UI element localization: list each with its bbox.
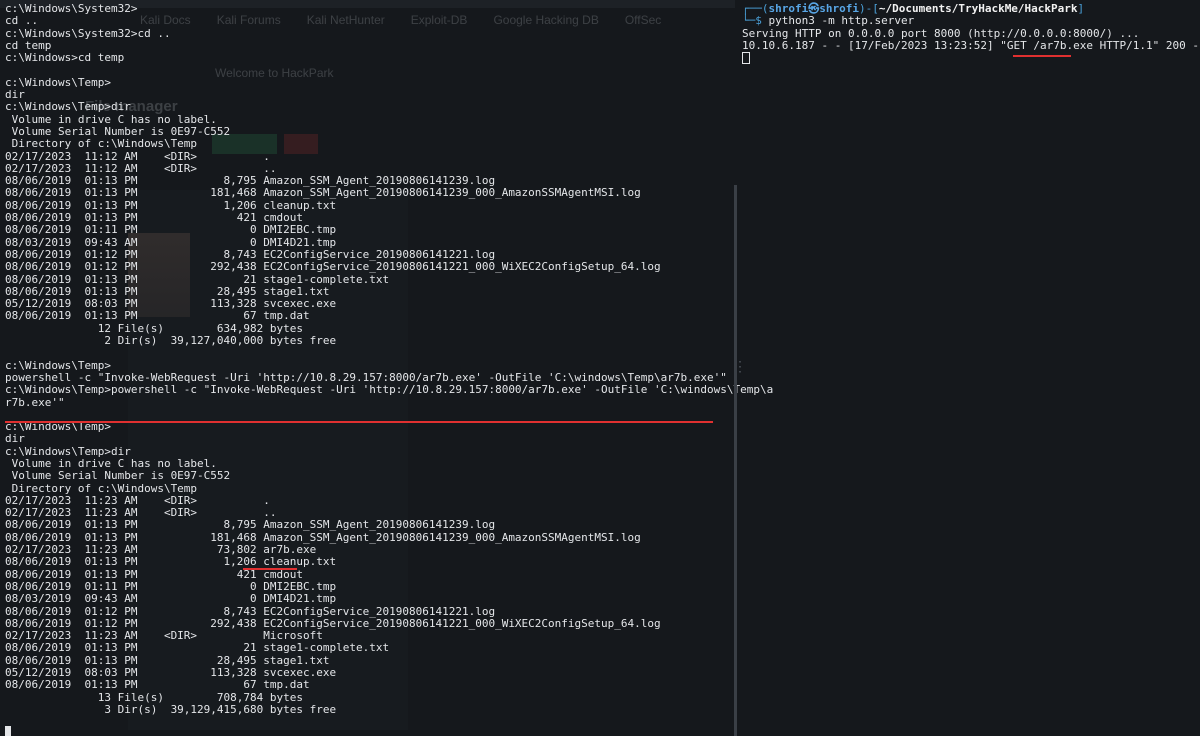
windows-shell-pane[interactable]: c:\Windows\System32> cd .. c:\Windows\Syst… xyxy=(0,0,774,736)
shell-line: r7b.exe'" xyxy=(5,395,65,409)
shell-line: dir xyxy=(5,432,25,446)
terminal-cursor[interactable] xyxy=(742,52,1200,65)
underline-ar7b-file xyxy=(243,568,297,570)
underline-powershell-command xyxy=(5,421,713,423)
shell-line: c:\Windows\Temp> xyxy=(5,420,111,434)
shell-line xyxy=(5,64,734,76)
underline-get-request xyxy=(1013,55,1071,57)
shell-line: c:\Windows\Temp>powershell -c "Invoke-We… xyxy=(5,383,774,397)
shell-line: 08/06/2019 01:13 PM 8,795 Amazon_SSM_Age… xyxy=(5,518,496,532)
shell-line: c:\Windows\System32> xyxy=(5,2,138,15)
prompt-line-2: └─$ python3 -m http.server xyxy=(742,14,915,28)
shell-line: 08/06/2019 01:13 PM 67 tmp.dat xyxy=(5,678,310,692)
pane-divider[interactable] xyxy=(734,185,737,736)
shell-line: 08/06/2019 01:13 PM 67 tmp.dat xyxy=(5,309,310,323)
pane-resize-handle[interactable]: · · · xyxy=(737,358,743,378)
shell-line: c:\Windows\System32>cd .. xyxy=(5,26,171,40)
shell-line: cd .. xyxy=(5,14,39,28)
shell-line: Directory of c:\Windows\Temp xyxy=(5,137,198,151)
shell-line: c:\Windows>cd temp xyxy=(5,51,125,65)
shell-line: c:\Windows\Temp>dir xyxy=(5,100,131,114)
shell-line: 3 Dir(s) 39,129,415,680 bytes free xyxy=(5,702,337,716)
shell-cursor[interactable] xyxy=(5,726,11,736)
shell-line: 08/06/2019 01:13 PM 21 stage1-complete.t… xyxy=(5,272,390,286)
shell-line: Volume Serial Number is 0E97-C552 xyxy=(5,469,231,483)
kali-terminal-pane[interactable]: ┌──(shrofi㉿shrofi)-[~/Documents/TryHackM… xyxy=(742,0,1200,120)
shell-line: c:\Windows\Temp> xyxy=(5,75,111,89)
server-request-log: 10.10.6.187 - - [17/Feb/2023 13:23:52] "… xyxy=(742,38,1199,52)
server-command: python3 -m http.server xyxy=(768,14,915,28)
shell-line: 08/06/2019 01:12 PM 292,438 EC2ConfigSer… xyxy=(5,260,661,274)
shell-line: 08/06/2019 01:11 PM 0 DMI2EBC.tmp xyxy=(5,223,337,237)
kali-terminal-output: ┌──(shrofi㉿shrofi)-[~/Documents/TryHackM… xyxy=(742,0,1200,65)
shell-line: 08/06/2019 01:13 PM 1,206 cleanup.txt xyxy=(5,555,337,569)
shell-line: 08/03/2019 09:43 AM 0 DMI4D21.tmp xyxy=(5,592,337,606)
shell-line xyxy=(5,347,734,359)
shell-line: 08/06/2019 01:12 PM 8,743 EC2ConfigServi… xyxy=(5,604,496,618)
shell-line: 2 Dir(s) 39,127,040,000 bytes free xyxy=(5,334,337,348)
shell-line: 08/06/2019 01:13 PM 181,468 Amazon_SSM_A… xyxy=(5,186,641,200)
shell-line: 08/06/2019 01:13 PM 21 stage1-complete.t… xyxy=(5,641,390,655)
shell-line xyxy=(5,409,734,421)
shell-line: 02/17/2023 11:12 AM <DIR> . xyxy=(5,149,270,163)
windows-shell-output: c:\Windows\System32> cd .. c:\Windows\Syst… xyxy=(0,0,774,716)
